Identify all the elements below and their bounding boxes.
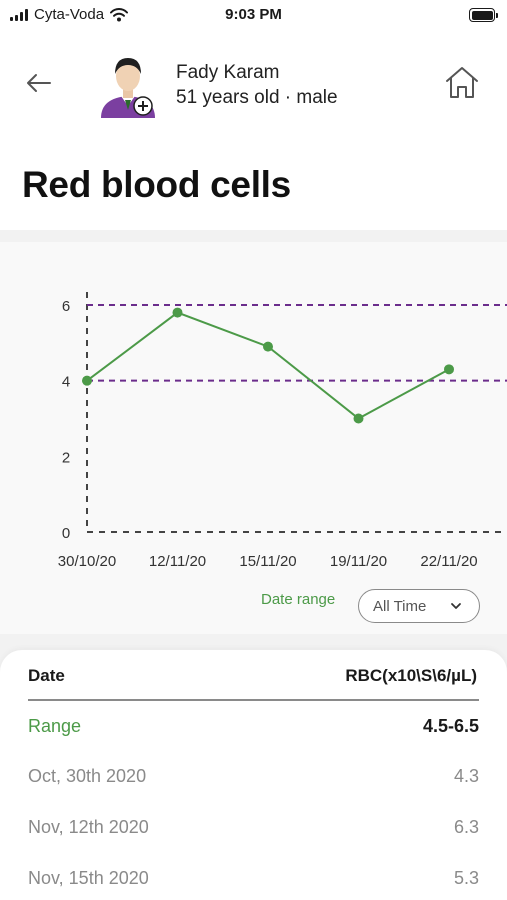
table-row[interactable]: Oct, 30th 2020 4.3 [28,766,479,792]
x-tick-label: 22/11/20 [420,553,477,570]
status-bar: Cyta-Voda 9:03 PM [0,0,507,32]
patient-info: 51 years old · male [176,87,338,108]
x-tick-label: 19/11/20 [330,553,387,570]
x-tick-label: 30/10/20 [58,553,116,570]
table-row[interactable]: Nov, 15th 2020 5.3 [28,868,479,894]
results-table: Date RBC(x10\S\6/µL) Range 4.5-6.5 Oct, … [0,650,507,900]
patient-name: Fady Karam [176,62,280,83]
range-row: Range 4.5-6.5 [28,716,479,742]
data-point [263,341,273,352]
table-row[interactable]: Nov, 12th 2020 6.3 [28,817,479,843]
column-header-date: Date [28,666,65,685]
row-date: Oct, 30th 2020 [28,766,147,786]
y-tick-label: 0 [62,525,70,542]
battery-icon [469,8,498,22]
page-title: Red blood cells [22,164,291,205]
header-divider [28,699,479,701]
row-date: Nov, 12th 2020 [28,817,149,837]
date-range-select[interactable]: All Time [358,589,480,623]
row-value: 5.3 [453,868,479,888]
home-icon[interactable] [444,64,480,100]
column-header-rbc: RBC(x10\S\6/µL) [345,666,477,685]
row-date: Nov, 15th 2020 [28,868,149,888]
x-tick-label: 15/11/20 [239,553,296,570]
header: Fady Karam 51 years old · male Red blood… [0,32,507,230]
x-tick-label: 12/11/20 [149,553,206,570]
row-value: 4.3 [453,766,479,786]
series-line [86,311,450,420]
rbc-line-chart: 0 2 4 6 30/10/20 12/11/20 15/11/20 19/11/20 22/1… [58,292,507,570]
y-tick-label: 2 [62,449,70,466]
y-tick-label: 6 [62,298,70,315]
date-range-value: All Time [373,597,427,615]
chevron-down-icon [451,603,461,609]
range-label: Range [28,716,82,736]
data-point [444,364,454,375]
back-arrow-icon[interactable] [22,68,56,98]
chart-card: 0 2 4 6 30/10/20 12/11/20 15/11/20 19/11/20 22/1… [0,242,507,634]
data-point [82,375,92,386]
data-point [353,413,364,424]
range-value: 4.5-6.5 [422,716,479,736]
avatar [101,58,155,118]
date-range-label: Date range [261,591,336,608]
y-tick-label: 4 [62,374,70,391]
data-point [172,307,183,318]
row-value: 6.3 [453,817,479,837]
status-time: 9:03 PM [225,6,282,23]
